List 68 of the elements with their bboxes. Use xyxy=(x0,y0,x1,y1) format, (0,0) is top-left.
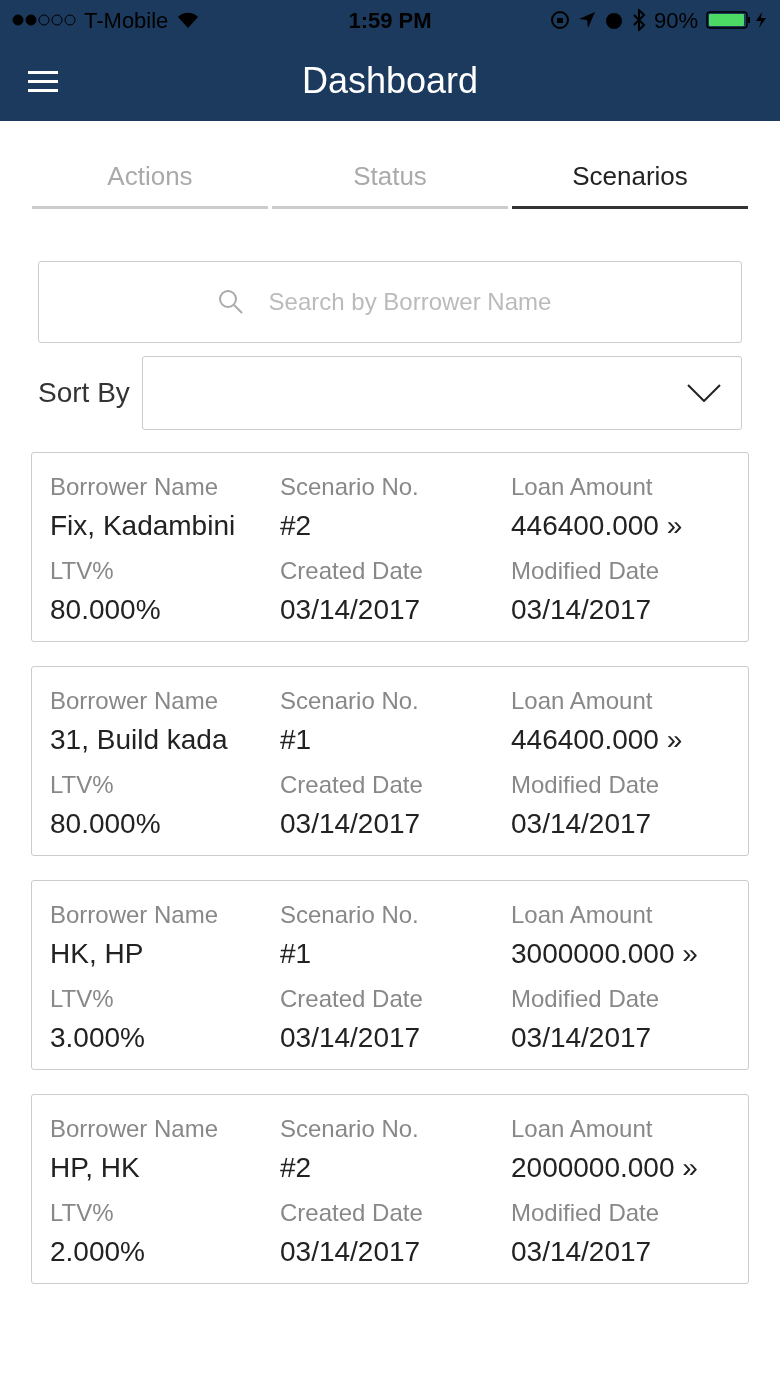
field-label: LTV% xyxy=(50,770,115,800)
field-label: Scenario No. xyxy=(280,900,420,930)
field-value: 3.000% xyxy=(50,1021,146,1055)
field-label: Modified Date xyxy=(511,1198,661,1228)
field-label: Created Date xyxy=(280,984,424,1014)
field-value: 03/14/2017 xyxy=(280,807,422,841)
field-value: 03/14/2017 xyxy=(511,1021,653,1055)
scenario-card[interactable]: Borrower Name HK, HP Scenario No. #1 Loan Amount 3000000.000 » LTV% 3.000% Created Date 03/14/2017 Modified Date 03/14/2017 xyxy=(31,880,749,1070)
field-value: 2.000% xyxy=(50,1235,146,1269)
field-value: 3000000.000 » xyxy=(511,937,699,971)
field-label: Borrower Name xyxy=(50,1114,220,1144)
scenario-card[interactable]: Borrower Name Fix, Kadambini Scenario No. #2 Loan Amount 446400.000 » LTV% 80.000% Created Date 03/14/2017 Modified Date 03/14/2017 xyxy=(31,452,749,642)
field-label: Created Date xyxy=(280,770,424,800)
scenario-card[interactable]: Borrower Name HP, HK Scenario No. #2 Loan Amount 2000000.000 » LTV% 2.000% Created Date 03/14/2017 Modified Date 03/14/2017 xyxy=(31,1094,749,1284)
rotation-lock-icon xyxy=(549,10,570,30)
field-label: Borrower Name xyxy=(50,472,220,502)
sort-label: Sort By xyxy=(38,376,130,410)
field-label: Scenario No. xyxy=(280,686,420,716)
field-value: #2 xyxy=(280,1151,313,1185)
field-value: #1 xyxy=(280,723,313,757)
field-value: HP, HK xyxy=(50,1151,141,1185)
field-value: 03/14/2017 xyxy=(511,1235,653,1269)
bluetooth-icon xyxy=(631,9,646,31)
field-label: Created Date xyxy=(280,556,424,586)
page-title: Dashboard xyxy=(301,58,479,103)
field-value: 31, Build kada xyxy=(50,723,229,757)
signal-icon xyxy=(12,13,76,27)
search-field[interactable]: Search by Borrower Name xyxy=(38,261,742,343)
field-value: Fix, Kadambini xyxy=(50,509,237,543)
scenario-card[interactable]: Borrower Name 31, Build kada Scenario No. #1 Loan Amount 446400.000 » LTV% 80.000% Created Date 03/14/2017 Modified Date 03/14/2017 xyxy=(31,666,749,856)
field-label: LTV% xyxy=(50,984,115,1014)
field-value: #2 xyxy=(280,509,313,543)
field-value: 03/14/2017 xyxy=(511,593,653,627)
field-value: 446400.000 » xyxy=(511,509,684,543)
field-label: Borrower Name xyxy=(50,686,220,716)
wifi-icon xyxy=(176,11,201,29)
field-label: Loan Amount xyxy=(511,1114,654,1144)
menu-icon[interactable] xyxy=(28,68,58,93)
clock-time: 1:59 PM xyxy=(348,6,432,35)
search-icon xyxy=(218,289,244,315)
location-arrow-icon xyxy=(577,11,596,29)
field-value: 03/14/2017 xyxy=(280,593,422,627)
battery-icon xyxy=(706,10,768,30)
field-value: 446400.000 » xyxy=(511,723,684,757)
field-label: Modified Date xyxy=(511,984,661,1014)
field-label: Modified Date xyxy=(511,770,661,800)
field-value: 80.000% xyxy=(50,593,162,627)
field-value: 2000000.000 » xyxy=(511,1151,699,1185)
battery-percent: 90% xyxy=(653,6,698,35)
field-label: LTV% xyxy=(50,1198,115,1228)
field-label: Scenario No. xyxy=(280,1114,420,1144)
field-value: HK, HP xyxy=(50,937,145,971)
field-label: Modified Date xyxy=(511,556,661,586)
field-label: LTV% xyxy=(50,556,115,586)
field-label: Borrower Name xyxy=(50,900,220,930)
field-label: Created Date xyxy=(280,1198,424,1228)
chevron-down-icon xyxy=(687,384,721,402)
field-label: Loan Amount xyxy=(511,900,654,930)
field-label: Loan Amount xyxy=(511,472,654,502)
field-label: Loan Amount xyxy=(511,686,654,716)
field-value: #1 xyxy=(280,937,313,971)
field-value: 80.000% xyxy=(50,807,162,841)
tab[interactable]: Scenarios xyxy=(512,157,748,209)
field-value: 03/14/2017 xyxy=(280,1235,422,1269)
field-value: 03/14/2017 xyxy=(280,1021,422,1055)
carrier-name: T-Mobile xyxy=(84,6,169,35)
field-label: Scenario No. xyxy=(280,472,420,502)
field-value: 03/14/2017 xyxy=(511,807,653,841)
